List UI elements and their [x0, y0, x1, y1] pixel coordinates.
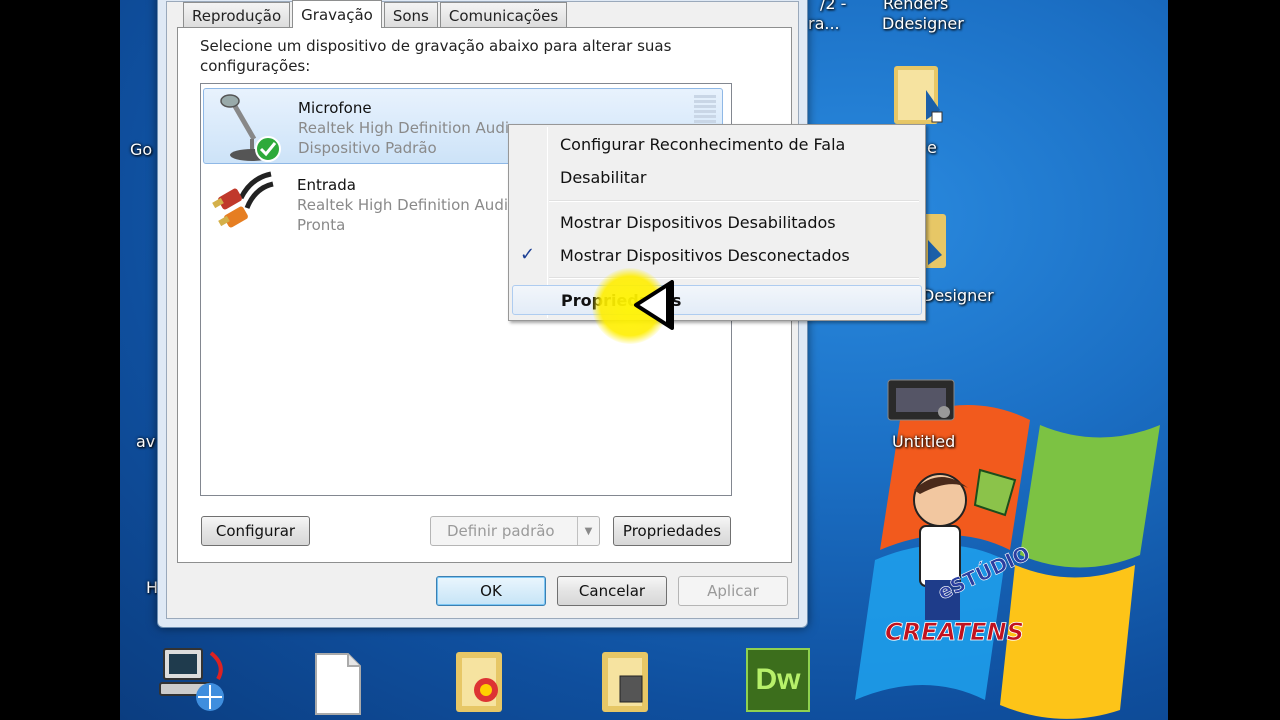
tab-reproducao[interactable]: Reprodução	[183, 2, 291, 28]
device-driver: Realtek High Definition Audio	[298, 119, 519, 137]
folder-icon[interactable]	[598, 646, 658, 716]
desktop-label-renders: Renders	[883, 0, 949, 13]
set-default-button[interactable]: Definir padrão ▼	[430, 516, 600, 546]
menu-item-label: Mostrar Dispositivos Desconectados	[560, 246, 850, 265]
desktop-label-untitled[interactable]: Untitled	[892, 432, 955, 451]
tab-gravacao[interactable]: Gravação	[292, 0, 382, 28]
folder-icon[interactable]	[452, 646, 512, 716]
desktop-label-partial: av	[136, 432, 156, 451]
desktop-label-partial: /2 -	[820, 0, 847, 13]
logo-line2-text: CREATENS	[885, 618, 1024, 646]
menu-item-disable[interactable]: Desabilitar	[512, 163, 922, 193]
desktop-label-partial: Go	[130, 140, 153, 159]
ok-button[interactable]: OK	[436, 576, 546, 606]
device-driver: Realtek High Definition Audio	[297, 196, 518, 214]
blank-file-icon[interactable]	[312, 652, 364, 716]
desktop-label-partial: ra...	[808, 14, 840, 33]
desktop-label-designer[interactable]: Designer	[922, 286, 994, 305]
chevron-down-icon[interactable]: ▼	[577, 517, 599, 545]
menu-item-speech-recognition[interactable]: Configurar Reconhecimento de Fala	[512, 130, 922, 160]
instructions-text: Selecione um dispositivo de gravação aba…	[200, 37, 672, 75]
desktop-label-renders[interactable]: Ddesigner	[882, 14, 964, 33]
menu-item-label: Desabilitar	[560, 168, 647, 187]
tab-strip: Reprodução Gravação Sons Comunicações	[183, 0, 569, 28]
studio-createns-logo: eSTÚDIO CREATENS	[885, 468, 1034, 646]
apply-button[interactable]: Aplicar	[678, 576, 788, 606]
configure-button[interactable]: Configurar	[201, 516, 310, 546]
mouse-cursor-icon	[634, 280, 674, 330]
menu-item-properties[interactable]: Propriedades	[512, 285, 922, 315]
device-status: Pronta	[297, 216, 346, 234]
dreamweaver-icon[interactable]: Dw	[746, 648, 810, 712]
device-name: Entrada	[297, 176, 356, 194]
computer-network-icon[interactable]	[156, 645, 228, 717]
level-meter	[694, 95, 716, 127]
cancel-button[interactable]: Cancelar	[557, 576, 667, 606]
menu-item-show-disabled[interactable]: Mostrar Dispositivos Desabilitados	[512, 208, 922, 238]
desktop-label-partial: e	[927, 138, 937, 157]
context-menu: Configurar Reconhecimento de Fala Desabi…	[508, 124, 926, 321]
tab-comunicacoes[interactable]: Comunicações	[439, 2, 568, 28]
microphone-icon	[220, 94, 281, 162]
set-default-label: Definir padrão	[447, 522, 555, 540]
tab-sons[interactable]: Sons	[383, 2, 438, 28]
properties-button[interactable]: Propriedades	[613, 516, 731, 546]
rca-cable-icon	[212, 171, 274, 228]
menu-item-label: Mostrar Dispositivos Desabilitados	[560, 213, 836, 232]
checkmark-icon: ✓	[520, 244, 536, 265]
dreamweaver-label: Dw	[755, 663, 801, 696]
folder-icon[interactable]	[888, 60, 948, 130]
device-status: Dispositivo Padrão	[298, 139, 437, 157]
menu-item-label: Configurar Reconhecimento de Fala	[560, 135, 846, 154]
device-name: Microfone	[298, 99, 372, 117]
menu-item-show-disconnected[interactable]: ✓ Mostrar Dispositivos Desconectados	[512, 241, 922, 271]
video-file-icon[interactable]	[886, 376, 958, 424]
menu-separator	[549, 200, 919, 202]
